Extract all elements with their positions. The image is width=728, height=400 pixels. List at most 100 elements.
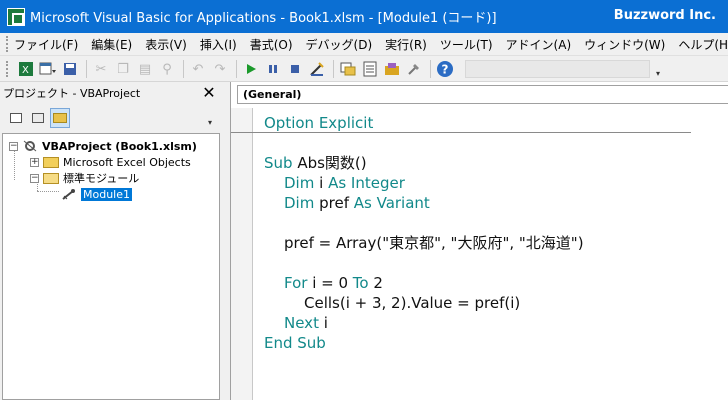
- project-toolbar-options-icon[interactable]: ▾: [204, 109, 216, 127]
- paste-icon[interactable]: ▤: [135, 59, 155, 79]
- cut-icon[interactable]: ✂: [91, 59, 111, 79]
- toolbar-options-icon[interactable]: ▾: [652, 60, 664, 78]
- code-line-7: pref = Array("東京都", "大阪府", "北海道"): [264, 233, 724, 253]
- project-explorer-icon[interactable]: [338, 59, 358, 79]
- project-explorer-toolbar: ▾: [0, 104, 220, 132]
- toolbar-grip[interactable]: [6, 61, 10, 77]
- menu-tools[interactable]: ツール(T): [440, 36, 493, 53]
- menu-run[interactable]: 実行(R): [385, 36, 427, 53]
- break-icon[interactable]: [263, 59, 283, 79]
- toolbar-separator: [183, 60, 184, 78]
- tree-label-project: VBAProject (Book1.xlsm): [42, 139, 197, 153]
- code-text: pref = Array("東京都", "大阪府", "北海道"): [284, 234, 584, 252]
- toolbar-separator: [333, 60, 334, 78]
- toolbar-separator: [236, 60, 237, 78]
- code-keyword: As Integer: [328, 174, 405, 192]
- standard-toolbar: X ✂ ❐ ▤ ⚲ ↶ ↷ ? ▾: [0, 57, 728, 82]
- code-text: 2: [368, 274, 383, 292]
- title-bar: Microsoft Visual Basic for Applications …: [0, 0, 728, 33]
- tree-label-module1: Module1: [81, 187, 132, 201]
- code-line-11: Next i: [264, 313, 724, 333]
- properties-icon[interactable]: [360, 59, 380, 79]
- design-mode-icon[interactable]: [307, 59, 327, 79]
- brand-label: Buzzword Inc.: [613, 8, 716, 23]
- tree-node-std-modules[interactable]: − 標準モジュール: [30, 170, 139, 186]
- toolbox-icon[interactable]: [404, 59, 424, 79]
- project-tree: − VBAProject (Book1.xlsm) + Microsoft Ex…: [2, 133, 220, 400]
- insert-module-icon[interactable]: [38, 59, 58, 79]
- toolbar-separator: [430, 60, 431, 78]
- project-explorer-header: プロジェクト - VBAProject ✕: [0, 82, 220, 104]
- view-code-icon[interactable]: [6, 108, 26, 128]
- code-text: i: [318, 314, 328, 332]
- menu-format[interactable]: 書式(O): [250, 36, 293, 53]
- code-margin-indicator[interactable]: [231, 108, 253, 400]
- menu-help[interactable]: ヘルプ(H): [678, 36, 728, 53]
- collapse-icon[interactable]: −: [30, 173, 39, 183]
- toggle-folders-icon[interactable]: [50, 108, 70, 128]
- run-icon[interactable]: [241, 59, 261, 79]
- redo-icon[interactable]: ↷: [210, 59, 230, 79]
- copy-icon[interactable]: ❐: [113, 59, 133, 79]
- code-text: Abs関数(): [292, 154, 367, 172]
- code-line-4: Dim i As Integer: [264, 173, 724, 193]
- code-text: i: [314, 174, 329, 192]
- menu-addins[interactable]: アドイン(A): [506, 36, 572, 53]
- pane-splitter[interactable]: [220, 82, 230, 400]
- menu-file[interactable]: ファイル(F): [14, 36, 78, 53]
- code-line-1: Option Explicit: [231, 113, 691, 133]
- menu-insert[interactable]: 挿入(I): [200, 36, 237, 53]
- svg-text:?: ?: [442, 63, 449, 77]
- menu-edit[interactable]: 編集(E): [91, 36, 132, 53]
- code-keyword: As Variant: [353, 194, 430, 212]
- toolbar-separator: [86, 60, 87, 78]
- code-window: (General) Option Explicit Sub Abs関数() Di…: [230, 82, 728, 400]
- project-explorer-title: プロジェクト - VBAProject: [3, 87, 141, 100]
- code-editor[interactable]: Option Explicit Sub Abs関数() Dim i As Int…: [231, 113, 724, 353]
- menu-debug[interactable]: デバッグ(D): [306, 36, 373, 53]
- code-keyword: Dim: [284, 194, 315, 212]
- tree-node-vbaproject[interactable]: − VBAProject (Book1.xlsm): [9, 138, 197, 154]
- reset-icon[interactable]: [285, 59, 305, 79]
- vba-project-icon: [22, 140, 38, 153]
- code-keyword: End Sub: [264, 334, 326, 352]
- code-line-5: Dim pref As Variant: [264, 193, 724, 213]
- menu-grip[interactable]: [6, 36, 8, 52]
- code-line-9: For i = 0 To 2: [264, 273, 724, 293]
- help-icon[interactable]: ?: [435, 59, 455, 79]
- tree-node-excel-objects[interactable]: + Microsoft Excel Objects: [30, 154, 191, 170]
- menu-window[interactable]: ウィンドウ(W): [584, 36, 665, 53]
- window-title: Microsoft Visual Basic for Applications …: [30, 11, 497, 26]
- menu-view[interactable]: 表示(V): [145, 36, 187, 53]
- code-keyword: Option Explicit: [264, 114, 374, 132]
- code-line-10: Cells(i + 3, 2).Value = pref(i): [264, 293, 724, 313]
- code-keyword: To: [352, 274, 369, 292]
- expand-icon[interactable]: +: [30, 157, 39, 167]
- folder-open-icon: [43, 172, 59, 184]
- code-keyword: For: [284, 274, 308, 292]
- tree-label-excel-objects: Microsoft Excel Objects: [63, 155, 191, 169]
- code-keyword: Next: [284, 314, 319, 332]
- code-text: pref: [314, 194, 354, 212]
- module-icon: [61, 188, 77, 201]
- view-object-icon[interactable]: [28, 108, 48, 128]
- tree-node-module1[interactable]: Module1: [61, 186, 132, 202]
- save-icon[interactable]: [60, 59, 80, 79]
- close-icon[interactable]: ✕: [200, 83, 218, 102]
- code-line-3: Sub Abs関数(): [264, 153, 724, 173]
- code-text: Cells(i + 3, 2).Value = pref(i): [304, 294, 521, 312]
- object-browser-icon[interactable]: [382, 59, 402, 79]
- code-text: i = 0: [307, 274, 353, 292]
- code-line-12: End Sub: [264, 333, 724, 353]
- code-keyword: Sub: [264, 154, 293, 172]
- find-icon[interactable]: ⚲: [157, 59, 177, 79]
- folder-icon: [43, 156, 59, 168]
- collapse-icon[interactable]: −: [9, 141, 18, 151]
- excel-icon[interactable]: X: [16, 59, 36, 79]
- object-combo[interactable]: (General): [237, 85, 728, 104]
- svg-text:X: X: [22, 65, 29, 76]
- undo-icon[interactable]: ↶: [188, 59, 208, 79]
